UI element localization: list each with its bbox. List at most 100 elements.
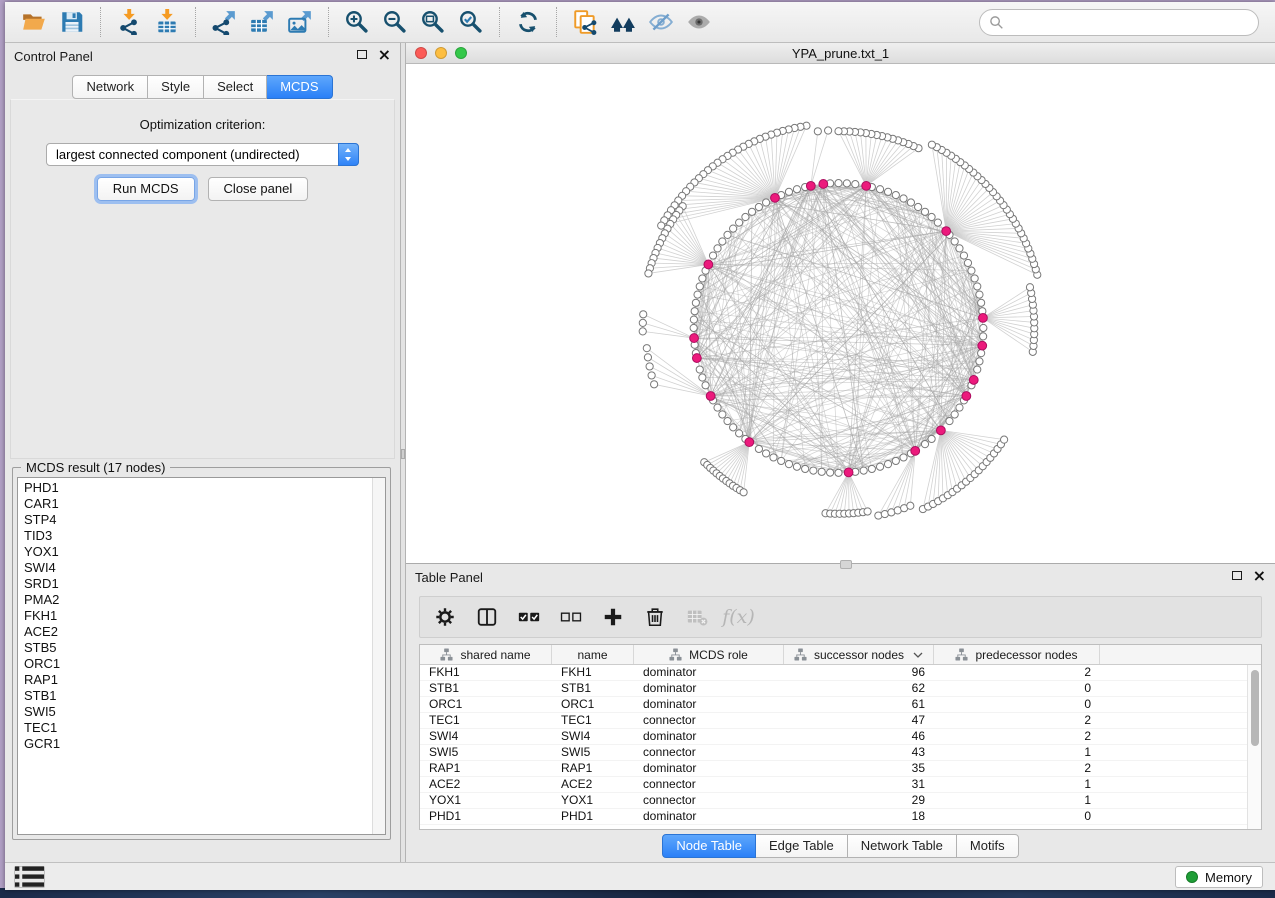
hide-selected-button[interactable] xyxy=(642,6,680,38)
float-panel-icon[interactable] xyxy=(357,50,367,59)
zoom-in-button[interactable] xyxy=(338,6,376,38)
export-network-button[interactable] xyxy=(205,6,243,38)
table-cell: 61 xyxy=(784,697,934,712)
run-mcds-button[interactable]: Run MCDS xyxy=(97,177,195,201)
mcds-result-item[interactable]: PHD1 xyxy=(18,480,371,496)
task-history-button[interactable] xyxy=(14,866,45,888)
column-header-successor-nodes[interactable]: successor nodes xyxy=(784,645,934,664)
table-scrollbar[interactable] xyxy=(1247,665,1261,829)
table-row[interactable]: RAP1RAP1dominator352 xyxy=(420,761,1261,777)
mcds-result-item[interactable]: ORC1 xyxy=(18,656,371,672)
tab-node-table[interactable]: Node Table xyxy=(662,834,756,858)
zoom-fit-icon xyxy=(420,9,446,35)
criterion-dropdown[interactable]: largest connected component (undirected) xyxy=(46,143,359,166)
mcds-result-list[interactable]: PHD1CAR1STP4TID3YOX1SWI4SRD1PMA2FKH1ACE2… xyxy=(17,477,386,835)
mcds-result-item[interactable]: GCR1 xyxy=(18,736,371,752)
column-header-name[interactable]: name xyxy=(552,645,634,664)
zoom-fit-button[interactable] xyxy=(414,6,452,38)
tab-network-table[interactable]: Network Table xyxy=(848,834,957,858)
node-table[interactable]: shared namenameMCDS rolesuccessor nodesp… xyxy=(419,644,1262,830)
mcds-result-item[interactable]: YOX1 xyxy=(18,544,371,560)
tab-style[interactable]: Style xyxy=(148,75,204,99)
import-network-button[interactable] xyxy=(110,6,148,38)
table-row[interactable]: STB1STB1dominator620 xyxy=(420,681,1261,697)
table-row[interactable]: ORC1ORC1dominator610 xyxy=(420,697,1261,713)
tab-network[interactable]: Network xyxy=(72,75,148,99)
delete-table-button xyxy=(682,602,711,632)
search-icon xyxy=(989,15,1004,30)
table-cell: connector xyxy=(634,777,784,792)
mcds-result-item[interactable]: STB1 xyxy=(18,688,371,704)
network-graph[interactable] xyxy=(406,64,1275,563)
tab-select[interactable]: Select xyxy=(204,75,267,99)
splitter-grip[interactable] xyxy=(401,449,405,459)
table-row[interactable]: YOX1YOX1connector291 xyxy=(420,793,1261,809)
search-box[interactable] xyxy=(979,9,1259,36)
first-neighbors-button[interactable] xyxy=(604,6,642,38)
float-table-panel-icon[interactable] xyxy=(1232,571,1242,580)
table-row[interactable]: ACE2ACE2connector311 xyxy=(420,777,1261,793)
add-column-button[interactable] xyxy=(598,602,627,632)
table-scrollbar-thumb[interactable] xyxy=(1251,670,1259,746)
table-row[interactable]: PHD1PHD1dominator180 xyxy=(420,809,1261,825)
mcds-result-item[interactable]: TID3 xyxy=(18,528,371,544)
tab-motifs[interactable]: Motifs xyxy=(957,834,1019,858)
table-cell: YOX1 xyxy=(420,793,552,808)
close-table-panel-icon[interactable]: × xyxy=(1253,570,1266,581)
table-row[interactable]: SWI5SWI5connector431 xyxy=(420,745,1261,761)
toolbar-separator xyxy=(499,7,500,37)
table-row[interactable]: TEC1TEC1connector472 xyxy=(420,713,1261,729)
mcds-panel: Optimization criterion: largest connecte… xyxy=(10,99,395,459)
mcds-result-item[interactable]: SWI5 xyxy=(18,704,371,720)
table-cell: 96 xyxy=(784,665,934,680)
select-all-columns-button[interactable] xyxy=(514,602,543,632)
search-input[interactable] xyxy=(1004,12,1258,33)
zoom-out-button[interactable] xyxy=(376,6,414,38)
mcds-result-item[interactable]: SWI4 xyxy=(18,560,371,576)
settings-button[interactable] xyxy=(430,602,459,632)
table-cell: 35 xyxy=(784,761,934,776)
table-header-row: shared namenameMCDS rolesuccessor nodesp… xyxy=(420,645,1261,665)
table-cell: STB1 xyxy=(420,681,552,696)
import-table-button[interactable] xyxy=(148,6,186,38)
mcds-result-item[interactable]: ACE2 xyxy=(18,624,371,640)
show-all-button[interactable] xyxy=(680,6,718,38)
memory-button[interactable]: Memory xyxy=(1175,866,1263,888)
zoom-selected-button[interactable] xyxy=(452,6,490,38)
mcds-result-item[interactable]: TEC1 xyxy=(18,720,371,736)
mcds-result-item[interactable]: FKH1 xyxy=(18,608,371,624)
list-icon xyxy=(15,865,44,888)
export-table-button[interactable] xyxy=(243,6,281,38)
mcds-result-item[interactable]: PMA2 xyxy=(18,592,371,608)
close-panel-button[interactable]: Close panel xyxy=(208,177,309,201)
open-file-button[interactable] xyxy=(15,6,53,38)
toolbar-separator xyxy=(556,7,557,37)
network-window-titlebar[interactable]: YPA_prune.txt_1 xyxy=(406,43,1275,64)
column-header-MCDS-role[interactable]: MCDS role xyxy=(634,645,784,664)
refresh-network-button[interactable] xyxy=(509,6,547,38)
table-row[interactable]: SWI4SWI4dominator462 xyxy=(420,729,1261,745)
control-panel: Control Panel × NetworkStyleSelectMCDS O… xyxy=(5,43,400,862)
export-image-button[interactable] xyxy=(281,6,319,38)
copy-network-button[interactable] xyxy=(566,6,604,38)
split-view-button[interactable] xyxy=(472,602,501,632)
mcds-result-item[interactable]: SRD1 xyxy=(18,576,371,592)
save-session-button[interactable] xyxy=(53,6,91,38)
mcds-result-item[interactable]: STB5 xyxy=(18,640,371,656)
mcds-result-item[interactable]: CAR1 xyxy=(18,496,371,512)
close-panel-icon[interactable]: × xyxy=(378,49,391,60)
column-header-shared-name[interactable]: shared name xyxy=(420,645,552,664)
mcds-result-item[interactable]: STP4 xyxy=(18,512,371,528)
table-row[interactable]: FKH1FKH1dominator962 xyxy=(420,665,1261,681)
table-panel: Table Panel × f(x) shared namenameMCDS r… xyxy=(406,563,1275,862)
unselect-all-columns-button[interactable] xyxy=(556,602,585,632)
network-canvas[interactable] xyxy=(406,64,1275,563)
mcds-list-scrollbar[interactable] xyxy=(372,478,385,834)
tab-mcds[interactable]: MCDS xyxy=(267,75,332,99)
mcds-result-item[interactable]: RAP1 xyxy=(18,672,371,688)
first-neighbors-icon xyxy=(610,9,636,35)
tab-edge-table[interactable]: Edge Table xyxy=(756,834,848,858)
column-header-predecessor-nodes[interactable]: predecessor nodes xyxy=(934,645,1100,664)
dropdown-stepper-icon xyxy=(338,143,359,166)
delete-columns-button[interactable] xyxy=(640,602,669,632)
